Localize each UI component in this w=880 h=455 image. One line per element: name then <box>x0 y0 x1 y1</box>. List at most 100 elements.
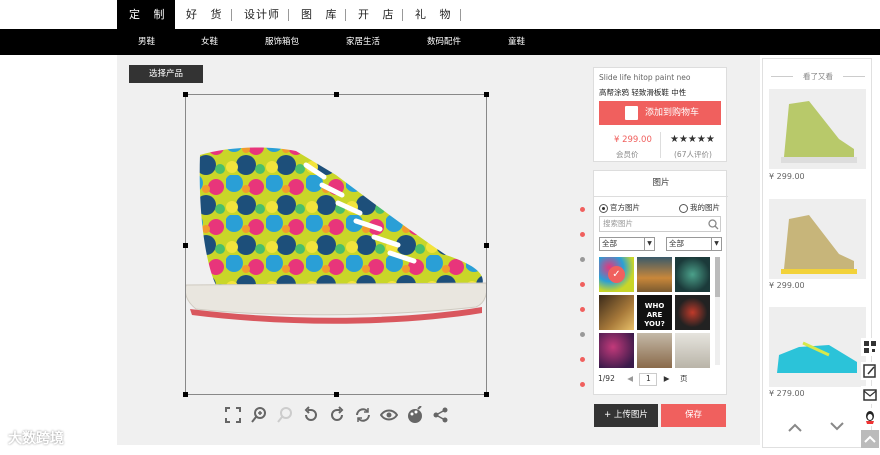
edit-icon[interactable] <box>861 362 879 380</box>
image-thumbnail[interactable] <box>637 333 672 368</box>
nav-item-open-shop[interactable]: 开 店 <box>358 0 399 29</box>
category-digital-accessories[interactable]: 数码配件 <box>427 29 461 55</box>
pagination: 1/92 ◀ 1 ▶ 页 <box>598 373 687 386</box>
next-page-icon[interactable]: ▶ <box>664 374 670 383</box>
nav-item-gallery[interactable]: 图 库 <box>301 0 342 29</box>
tab-images[interactable]: 图片 <box>594 171 728 197</box>
chevron-down-icon: ▼ <box>711 238 721 250</box>
nav-separator <box>231 9 232 21</box>
price-label: 会员价 <box>616 150 639 159</box>
page-total: 1/92 <box>598 374 615 383</box>
shoe-thumbnail <box>781 101 857 163</box>
divider <box>843 76 865 77</box>
image-thumbnail[interactable] <box>675 333 710 368</box>
mail-icon[interactable] <box>861 386 879 404</box>
zoom-out-icon[interactable] <box>276 406 294 424</box>
my-images-option[interactable]: 我的图片 <box>679 202 720 213</box>
nav-item-designer[interactable]: 设计师 <box>244 0 280 29</box>
category-home-living[interactable]: 家居生活 <box>346 29 380 55</box>
rating-stars: ★★★★★ <box>670 134 715 145</box>
category-kids-shoes[interactable]: 童鞋 <box>508 29 525 55</box>
image-thumbnail[interactable] <box>675 257 710 292</box>
filter-select-2[interactable]: 全部 ▼ <box>666 237 722 251</box>
product-info-card: Slide life hitop paint neo 高帮涂鸦 轻致滑板鞋 中性… <box>593 67 727 162</box>
rotate-left-icon[interactable] <box>302 406 320 424</box>
layer-dot[interactable] <box>580 232 585 237</box>
recent-product-image[interactable] <box>769 307 866 387</box>
preview-icon[interactable] <box>380 406 398 424</box>
official-images-option[interactable]: 官方图片 <box>599 202 640 213</box>
chevron-down-icon: ▼ <box>644 238 654 250</box>
editor-toolbar <box>224 406 454 426</box>
filter-select-1[interactable]: 全部 ▼ <box>599 237 655 251</box>
shoe-thumbnail <box>777 341 859 379</box>
color-icon[interactable] <box>406 406 424 424</box>
page-suffix: 页 <box>679 374 688 383</box>
nav-separator <box>460 9 461 21</box>
recent-product-image[interactable] <box>769 199 866 279</box>
image-thumbnail[interactable] <box>675 295 710 330</box>
image-thumbnail[interactable] <box>599 333 634 368</box>
save-button[interactable]: 保存 <box>661 404 726 427</box>
refresh-icon[interactable] <box>354 406 372 424</box>
add-to-cart-button[interactable]: 添加到购物车 <box>599 101 721 125</box>
filter-select-1-value: 全部 <box>602 239 617 248</box>
image-thumbnail[interactable] <box>637 257 672 292</box>
share-icon[interactable] <box>432 406 450 424</box>
prev-page-icon[interactable]: ◀ <box>627 374 633 383</box>
radio-mine[interactable] <box>679 203 688 213</box>
category-womens-shoes[interactable]: 女鞋 <box>201 29 218 55</box>
nav-item-gifts[interactable]: 礼 物 <box>415 0 456 29</box>
image-thumbnail[interactable]: ✓ <box>599 257 634 292</box>
top-navigation: 定 制 好 货 设计师 图 库 开 店 礼 物 <box>0 0 880 29</box>
shopping-bag-icon <box>625 106 638 120</box>
rotate-right-icon[interactable] <box>328 406 346 424</box>
chevron-down-icon[interactable] <box>829 421 845 433</box>
recent-product-image[interactable] <box>769 89 866 169</box>
image-search-input[interactable]: 搜索图片 <box>599 216 721 232</box>
image-thumbnail[interactable] <box>599 295 634 330</box>
radio-official[interactable] <box>599 203 608 213</box>
layer-dot[interactable] <box>580 207 585 212</box>
shoe-thumbnail <box>781 215 857 274</box>
divider <box>660 132 661 158</box>
image-picker-panel: 图片 官方图片 我的图片 搜索图片 全部 ▼ 全部 ▼ ✓ WHO ARE YOU? 1… <box>593 170 728 395</box>
layer-dot[interactable] <box>580 357 585 362</box>
category-navigation: 男鞋 女鞋 服饰箱包 家居生活 数码配件 童鞋 <box>0 29 880 55</box>
design-canvas[interactable] <box>183 92 489 397</box>
layer-dot[interactable] <box>580 382 585 387</box>
qr-code-icon[interactable] <box>861 338 879 356</box>
back-to-top-icon[interactable] <box>861 430 879 448</box>
nav-item-customize[interactable]: 定 制 <box>117 0 175 29</box>
watermark-logo: 大数跨境 <box>8 431 64 447</box>
product-title: Slide life hitop paint neo <box>599 73 691 82</box>
image-thumbnail[interactable]: WHO ARE YOU? <box>637 295 672 330</box>
search-icon[interactable] <box>708 219 719 230</box>
recent-product-price: ¥ 279.00 <box>769 389 805 398</box>
nav-separator <box>402 9 403 21</box>
add-to-cart-label: 添加到购物车 <box>645 108 700 118</box>
layer-dot[interactable] <box>580 332 585 337</box>
official-images-label: 官方图片 <box>610 203 640 212</box>
thumbnail-scrollbar[interactable] <box>715 257 720 365</box>
layer-dot[interactable] <box>580 282 585 287</box>
category-mens-shoes[interactable]: 男鞋 <box>138 29 155 55</box>
category-apparel-bags[interactable]: 服饰箱包 <box>265 29 299 55</box>
fullscreen-icon[interactable] <box>224 406 242 424</box>
my-images-label: 我的图片 <box>690 203 720 212</box>
review-count[interactable]: (67人评价) <box>674 149 712 160</box>
chevron-up-icon[interactable] <box>787 421 803 433</box>
nav-separator <box>345 9 346 21</box>
recent-product-price: ¥ 299.00 <box>769 281 805 290</box>
layer-dot[interactable] <box>580 307 585 312</box>
upload-image-button[interactable]: + 上传图片 <box>594 404 658 427</box>
recently-viewed-panel: 看了又看 ¥ 299.00 ¥ 299.00 ¥ 279.00 <box>762 58 872 448</box>
layer-dot[interactable] <box>580 257 585 262</box>
select-product-button[interactable]: 选择产品 <box>129 65 203 83</box>
page-number-input[interactable]: 1 <box>639 373 658 386</box>
nav-item-goods[interactable]: 好 货 <box>186 0 227 29</box>
product-subtitle: 高帮涂鸦 轻致滑板鞋 中性 <box>599 88 687 97</box>
qq-icon[interactable] <box>861 408 879 426</box>
zoom-in-icon[interactable] <box>250 406 268 424</box>
filter-select-2-value: 全部 <box>669 239 684 248</box>
